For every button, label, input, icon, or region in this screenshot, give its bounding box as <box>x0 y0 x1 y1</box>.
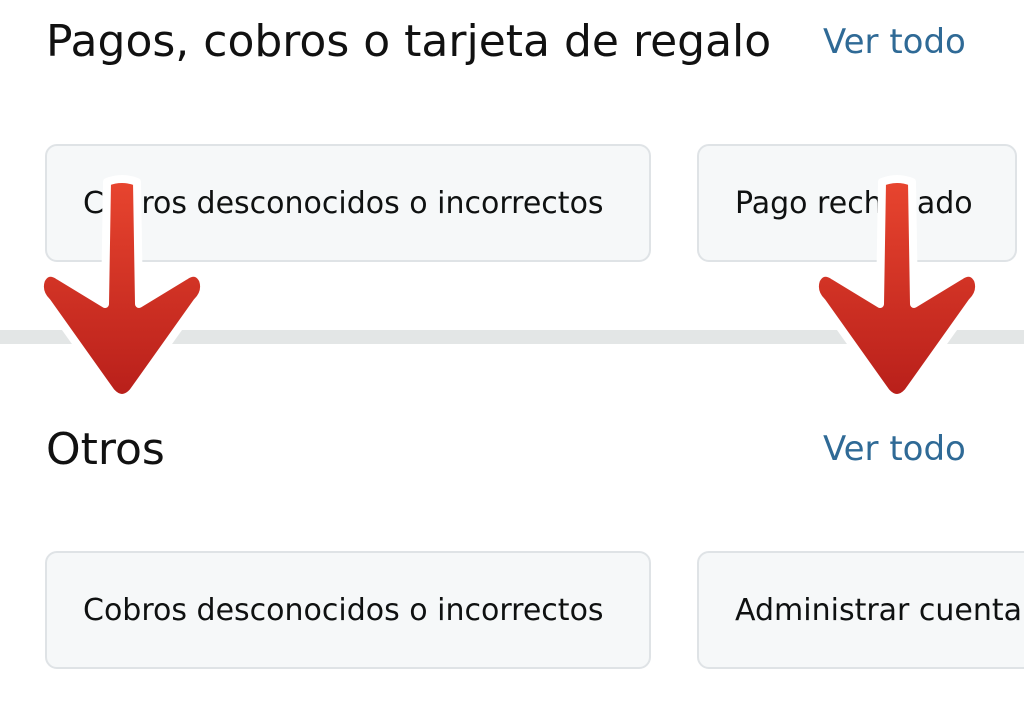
help-topics-page: Pagos, cobros o tarjeta de regalo Ver to… <box>0 0 1024 720</box>
see-all-other-link[interactable]: Ver todo <box>823 427 966 471</box>
section-divider <box>0 330 1024 344</box>
see-all-payments-link[interactable]: Ver todo <box>823 20 966 64</box>
topic-card-unknown-charges-other[interactable]: Cobros desconocidos o incorrectos <box>45 551 651 669</box>
section-title-payments: Pagos, cobros o tarjeta de regalo <box>46 16 772 67</box>
section-title-other: Otros <box>46 424 165 475</box>
topic-card-payment-declined[interactable]: Pago rechazado <box>697 144 1017 262</box>
topic-card-unknown-charges[interactable]: Cobros desconocidos o incorrectos <box>45 144 651 262</box>
topic-card-manage-account[interactable]: Administrar cuenta <box>697 551 1024 669</box>
